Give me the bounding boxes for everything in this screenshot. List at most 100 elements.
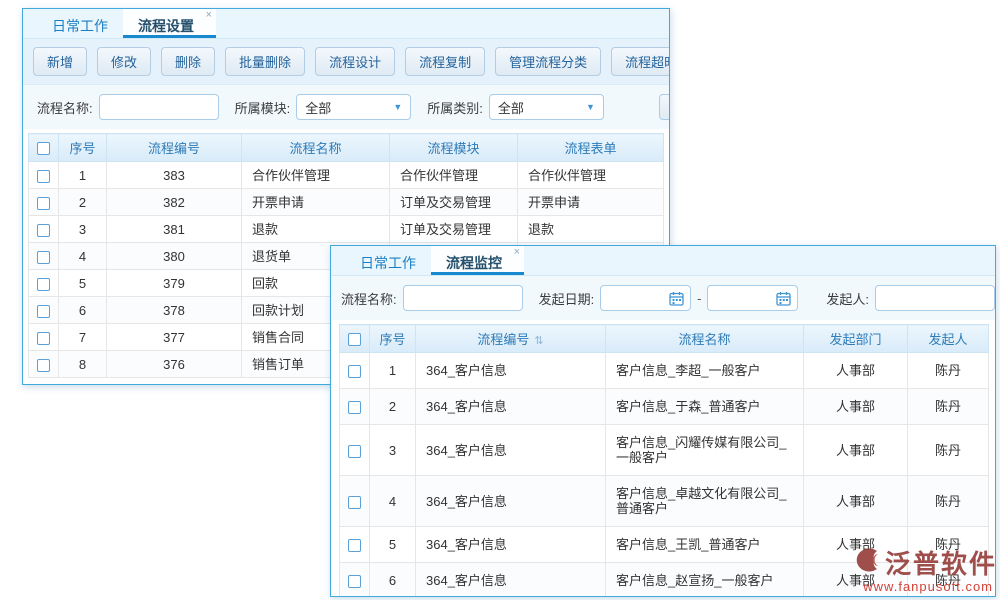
process-name-input[interactable] — [402, 285, 523, 311]
column-header-initiator[interactable]: 发起人 — [907, 324, 989, 353]
cell: 364_客户信息 — [415, 352, 606, 389]
row-checkbox[interactable] — [37, 250, 50, 264]
cell: 客户信息_卓越文化有限公司_普通客户 — [605, 475, 804, 527]
cell: 364_客户信息 — [415, 388, 606, 425]
close-icon[interactable]: × — [514, 247, 520, 258]
row-checkbox[interactable] — [37, 169, 50, 183]
clipped-filter-control[interactable] — [659, 94, 669, 120]
cell: 陈丹 — [907, 352, 989, 389]
row-checkbox[interactable] — [37, 331, 50, 345]
cell: 383 — [106, 161, 242, 189]
tab-daily-work[interactable]: 日常工作 — [345, 246, 431, 275]
category-select[interactable]: 全部 ▼ — [488, 94, 604, 120]
cell: 4 — [369, 475, 416, 527]
manage-process-category-button[interactable]: 管理流程分类 — [495, 47, 602, 76]
column-header-seq[interactable]: 序号 — [369, 324, 416, 353]
row-checkbox[interactable] — [37, 196, 50, 210]
column-header-process-form[interactable]: 流程表单 — [517, 133, 664, 162]
date-range-separator: - — [697, 290, 702, 306]
cell: 364_客户信息 — [415, 562, 606, 596]
process-design-button[interactable]: 流程设计 — [315, 47, 396, 76]
column-header-process-number[interactable]: 流程编号 — [106, 133, 242, 162]
cell: 客户信息_赵宣扬_一般客户 — [605, 562, 804, 596]
process-name-input[interactable] — [98, 94, 219, 120]
row-checkbox[interactable] — [37, 304, 50, 318]
row-checkbox[interactable] — [348, 401, 361, 415]
table-row[interactable]: 3 364_客户信息 客户信息_闪耀传媒有限公司_一般客户 人事部 陈丹 — [339, 424, 989, 476]
module-label: 所属模块: — [234, 100, 291, 116]
row-checkbox[interactable] — [37, 223, 50, 237]
cell: 7 — [58, 323, 107, 351]
row-checkbox[interactable] — [348, 444, 361, 458]
cell: 5 — [58, 269, 107, 297]
select-all-checkbox[interactable] — [37, 142, 50, 156]
process-name-label: 流程名称: — [341, 291, 397, 307]
cell: 380 — [106, 242, 242, 270]
cell: 开票申请 — [517, 188, 664, 216]
cell: 人事部 — [803, 388, 908, 425]
cell: 377 — [106, 323, 242, 351]
select-all-checkbox[interactable] — [348, 333, 361, 347]
close-icon[interactable]: × — [206, 10, 212, 21]
table-row[interactable]: 4 364_客户信息 客户信息_卓越文化有限公司_普通客户 人事部 陈丹 — [339, 475, 989, 527]
row-checkbox[interactable] — [348, 495, 361, 509]
fanpu-watermark: 泛普软件 www.fanpusoft.com — [853, 544, 997, 594]
cell: 合作伙伴管理 — [241, 161, 390, 189]
cell: 6 — [58, 296, 107, 324]
process-timeout-button[interactable]: 流程超时提醒 — [611, 47, 669, 76]
column-header-process-number[interactable]: 流程编号 ⇅ — [415, 324, 606, 353]
column-header-process-name[interactable]: 流程名称 — [241, 133, 390, 162]
tab-process-settings[interactable]: 流程设置 × — [123, 9, 216, 38]
cell: 1 — [58, 161, 107, 189]
cell: 合作伙伴管理 — [389, 161, 518, 189]
calendar-icon — [776, 291, 792, 306]
panel1-toolbar: 新增 修改 删除 批量删除 流程设计 流程复制 管理流程分类 流程超时提醒 — [23, 39, 669, 85]
row-checkbox[interactable] — [37, 277, 50, 291]
cell: 3 — [58, 215, 107, 243]
table-row[interactable]: 2 364_客户信息 客户信息_于森_普通客户 人事部 陈丹 — [339, 388, 989, 425]
panel2-filterbar: 流程名称: 发起日期: - 发起人: — [331, 276, 995, 320]
batch-delete-button[interactable]: 批量删除 — [225, 47, 306, 76]
cell: 2 — [58, 188, 107, 216]
column-header-initiating-department[interactable]: 发起部门 — [803, 324, 908, 353]
table-row[interactable]: 1 364_客户信息 客户信息_李超_一般客户 人事部 陈丹 — [339, 352, 989, 389]
cell: 379 — [106, 269, 242, 297]
row-checkbox[interactable] — [37, 358, 50, 372]
column-header-process-module[interactable]: 流程模块 — [389, 133, 518, 162]
process-copy-button[interactable]: 流程复制 — [405, 47, 486, 76]
table-row[interactable]: 2 382 开票申请 订单及交易管理 开票申请 — [28, 188, 664, 216]
initiator-input[interactable] — [875, 285, 995, 311]
table-header-row: 序号 流程编号 ⇅ 流程名称 发起部门 发起人 — [339, 324, 989, 353]
row-checkbox[interactable] — [348, 575, 361, 589]
tab-process-monitor[interactable]: 流程监控 × — [431, 246, 524, 275]
add-button[interactable]: 新增 — [33, 47, 88, 76]
initiator-label: 发起人: — [826, 291, 869, 307]
cell: 8 — [58, 350, 107, 378]
column-header-seq[interactable]: 序号 — [58, 133, 107, 162]
start-date-to-input[interactable] — [707, 285, 799, 311]
delete-button[interactable]: 删除 — [161, 47, 216, 76]
start-date-from-input[interactable] — [600, 285, 692, 311]
cell: 人事部 — [803, 352, 908, 389]
category-label: 所属类别: — [427, 100, 483, 116]
row-checkbox[interactable] — [348, 365, 361, 379]
cell: 客户信息_于森_普通客户 — [605, 388, 804, 425]
modify-button[interactable]: 修改 — [97, 47, 152, 76]
cell: 人事部 — [803, 424, 908, 476]
tab-daily-work[interactable]: 日常工作 — [37, 9, 123, 38]
cell: 364_客户信息 — [415, 526, 606, 563]
cell: 1 — [369, 352, 416, 389]
row-checkbox[interactable] — [348, 539, 361, 553]
panel1-filterbar: 流程名称: 所属模块: 全部 ▼ 所属类别: 全部 ▼ — [23, 85, 669, 129]
cell: 退款 — [517, 215, 664, 243]
fanpu-logo-icon — [853, 545, 883, 580]
cell: 376 — [106, 350, 242, 378]
column-header-process-name[interactable]: 流程名称 — [605, 324, 804, 353]
module-select[interactable]: 全部 ▼ — [296, 94, 412, 120]
table-row[interactable]: 3 381 退款 订单及交易管理 退款 — [28, 215, 664, 243]
sort-icon: ⇅ — [534, 335, 544, 347]
table-row[interactable]: 1 383 合作伙伴管理 合作伙伴管理 合作伙伴管理 — [28, 161, 664, 189]
cell: 381 — [106, 215, 242, 243]
cell: 客户信息_王凯_普通客户 — [605, 526, 804, 563]
cell: 5 — [369, 526, 416, 563]
